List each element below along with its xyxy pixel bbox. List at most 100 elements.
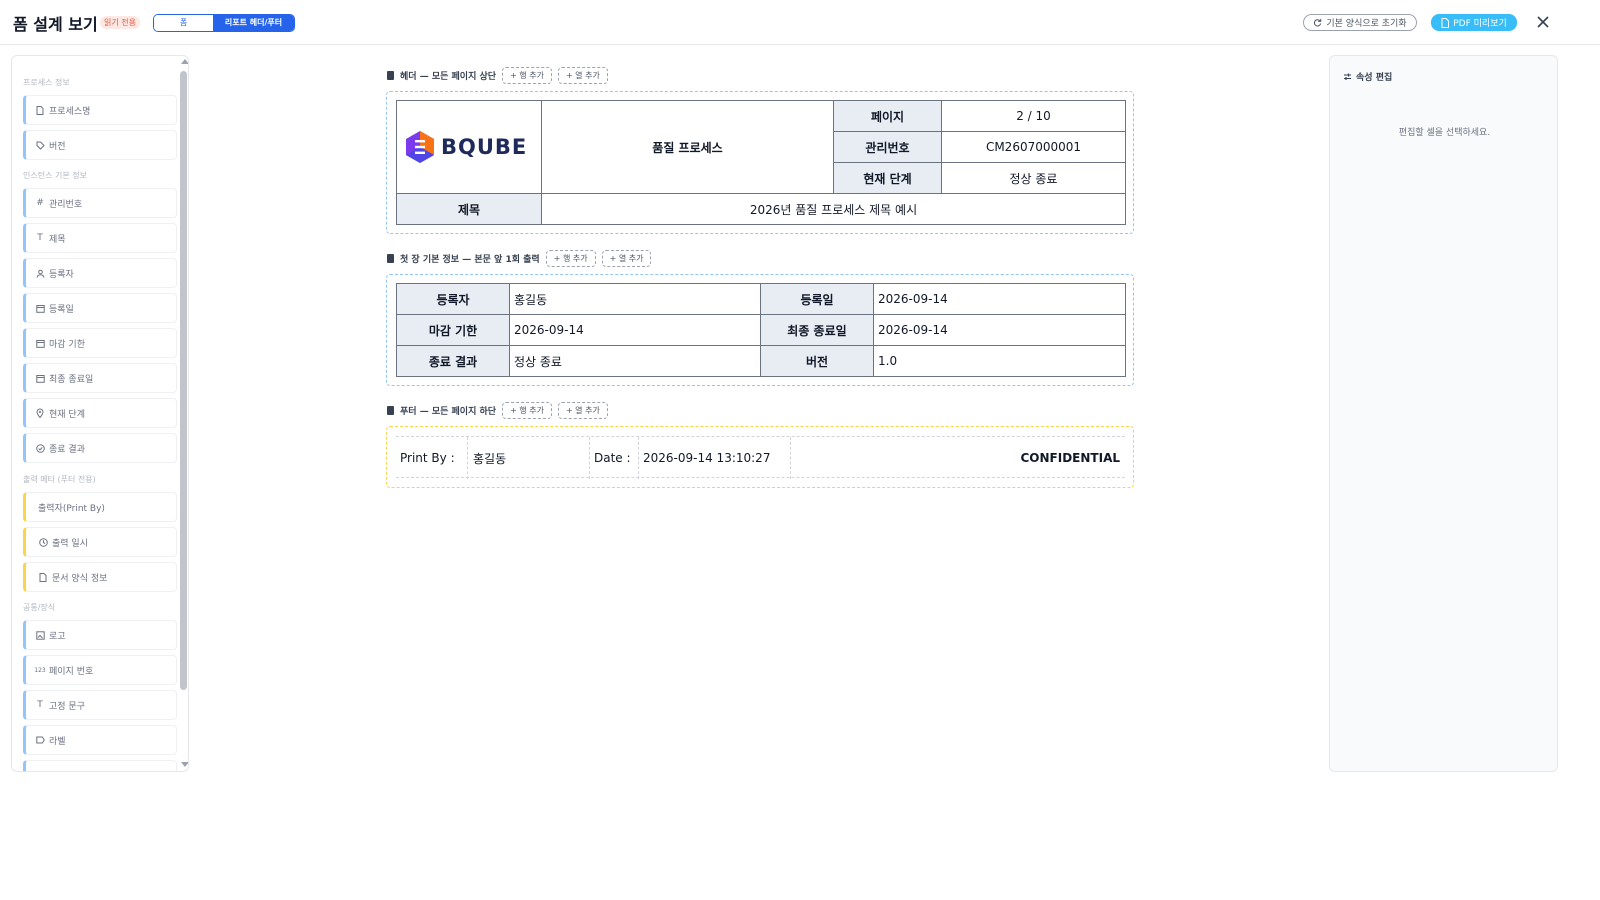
palette-item-print-datetime[interactable]: 출력 일시 [23,527,177,557]
field-palette: 프로세스 정보 프로세스명 버전 인스턴스 기본 정보 # 관리번호 T 제목 … [11,55,189,772]
tag-icon [35,140,45,150]
text-icon: T [37,700,43,710]
add-row-button[interactable]: + 행 추가 [502,402,552,419]
print-by-label-cell[interactable]: Print By : [396,437,468,479]
user-icon [35,268,45,278]
palette-item-label: 출력자(Print By) [38,503,105,514]
date-value-cell[interactable]: 2026-09-14 13:10:27 [639,437,791,479]
stage-value-cell[interactable]: 정상 종료 [941,162,1126,194]
palette-list: 프로세스 정보 프로세스명 버전 인스턴스 기본 정보 # 관리번호 T 제목 … [22,56,178,771]
palette-item-reg-date[interactable]: 등록일 [23,293,177,323]
footer-section-icon [387,406,394,415]
page-label-cell[interactable]: 페이지 [833,100,942,132]
palette-item-process-name[interactable]: 프로세스명 [23,95,177,125]
palette-item-version[interactable]: 버전 [23,130,177,160]
palette-item-fixed-text[interactable]: T 고정 문구 [23,690,177,720]
image-icon [35,630,45,640]
version-label-cell[interactable]: 버전 [760,345,874,377]
palette-item-subject[interactable]: T 제목 [23,223,177,253]
palette-group-title: 프로세스 정보 [23,78,70,87]
reset-default-label: 기본 양식으로 초기화 [1326,19,1407,29]
version-value-cell[interactable]: 1.0 [873,345,1126,377]
document-icon [38,572,48,582]
view-toggle: 폼 리포트 헤더/푸터 [153,14,295,32]
add-column-button[interactable]: + 열 추가 [601,250,652,267]
final-end-label-cell[interactable]: 최종 종료일 [760,314,874,346]
label-icon [35,735,45,745]
palette-item-label: 페이지 번호 [49,666,94,677]
subject-value-cell[interactable]: 2026년 품질 프로세스 제목 예시 [541,193,1126,225]
palette-item-partial[interactable] [23,760,177,771]
text-icon: T [37,233,43,243]
palette-item-label: 현재 단계 [49,409,85,420]
add-row-button[interactable]: + 행 추가 [502,67,552,84]
first-page-table: 등록자 홍길동 등록일 2026-09-14 마감 기한 2026-09-14 … [396,283,1126,377]
palette-item-label: 제목 [49,234,66,245]
registrant-value-cell[interactable]: 홍길동 [509,283,761,315]
palette-item-deadline[interactable]: 마감 기한 [23,328,177,358]
reg-date-value-cell[interactable]: 2026-09-14 [873,283,1126,315]
palette-item-current-stage[interactable]: 현재 단계 [23,398,177,428]
palette-group-title: 인스턴스 기본 정보 [23,171,87,180]
tab-report-header-footer[interactable]: 리포트 헤더/푸터 [213,15,294,31]
date-label-cell[interactable]: Date : [590,437,639,479]
end-result-value-cell[interactable]: 정상 종료 [509,345,761,377]
header-section-title: 헤더 — 모든 페이지 상단 + 행 추가 + 열 추가 [387,67,608,84]
tab-form[interactable]: 폼 [154,15,213,31]
palette-scrollbar[interactable] [180,56,188,771]
palette-item-page-number[interactable]: 123 페이지 번호 [23,655,177,685]
deadline-label-cell[interactable]: 마감 기한 [396,314,510,346]
calendar-icon [35,303,45,313]
logo-cell[interactable]: BQUBE [396,100,542,194]
reg-date-label-cell[interactable]: 등록일 [760,283,874,315]
palette-item-label: 등록일 [49,304,74,315]
read-only-badge: 읽기 전용 [100,16,140,29]
logo-text: BQUBE [441,135,528,159]
add-column-button[interactable]: + 열 추가 [557,402,608,419]
scroll-thumb[interactable] [180,71,187,690]
add-column-button[interactable]: + 열 추가 [557,67,608,84]
final-end-value-cell[interactable]: 2026-09-14 [873,314,1126,346]
palette-item-mgmt-number[interactable]: # 관리번호 [23,188,177,218]
mgmt-number-value-cell[interactable]: CM2607000001 [941,131,1126,163]
print-by-value-cell[interactable]: 홍길동 [468,437,590,479]
add-row-button[interactable]: + 행 추가 [545,250,596,267]
first-page-section-label: 첫 장 기본 정보 — 본문 앞 1회 출력 [400,255,540,265]
palette-item-logo[interactable]: 로고 [23,620,177,650]
hash-icon: # [36,198,44,208]
check-circle-icon [35,443,45,453]
palette-item-end-result[interactable]: 종료 결과 [23,433,177,463]
palette-item-label: 로고 [49,631,66,642]
registrant-label-cell[interactable]: 등록자 [396,283,510,315]
refresh-icon [1314,18,1322,27]
doc-title-cell[interactable]: 품질 프로세스 [541,100,834,194]
deadline-value-cell[interactable]: 2026-09-14 [509,314,761,346]
top-bar: 폼 설계 보기 읽기 전용 폼 리포트 헤더/푸터 기본 양식으로 초기화 PD… [0,0,1600,45]
palette-item-final-end-date[interactable]: 최종 종료일 [23,363,177,393]
reset-default-button[interactable]: 기본 양식으로 초기화 [1303,14,1417,31]
palette-item-label: 마감 기한 [49,339,85,350]
palette-item-label: 프로세스명 [49,106,91,117]
palette-item-label: 버전 [49,141,66,152]
confidential-cell[interactable]: CONFIDENTIAL [791,437,1125,479]
pdf-preview-button[interactable]: PDF 미리보기 [1431,14,1517,31]
number-icon: 123 [34,666,46,674]
properties-title: 속성 편집 [1343,70,1392,83]
palette-item-label: 관리번호 [49,199,83,210]
mgmt-number-label-cell[interactable]: 관리번호 [833,131,942,163]
sliders-icon [1344,73,1351,80]
palette-item-print-by[interactable]: 출력자(Print By) [23,492,177,522]
scroll-up-arrow-icon[interactable] [181,59,188,64]
subject-label-cell[interactable]: 제목 [396,193,542,225]
scroll-down-arrow-icon[interactable] [181,762,188,767]
palette-item-label-field[interactable]: 라벨 [23,725,177,755]
report-header-frame: BQUBE 품질 프로세스 페이지 2 / 10 관리번호 CM26070000… [386,91,1134,234]
close-icon[interactable] [1534,13,1552,31]
palette-item-doc-form-info[interactable]: 문서 양식 정보 [23,562,177,592]
page-value-cell[interactable]: 2 / 10 [941,100,1126,132]
end-result-label-cell[interactable]: 종료 결과 [396,345,510,377]
stage-label-cell[interactable]: 현재 단계 [833,162,942,194]
document-icon [35,105,45,115]
header-section-label: 헤더 — 모든 페이지 상단 [400,72,497,82]
palette-item-registrant[interactable]: 등록자 [23,258,177,288]
